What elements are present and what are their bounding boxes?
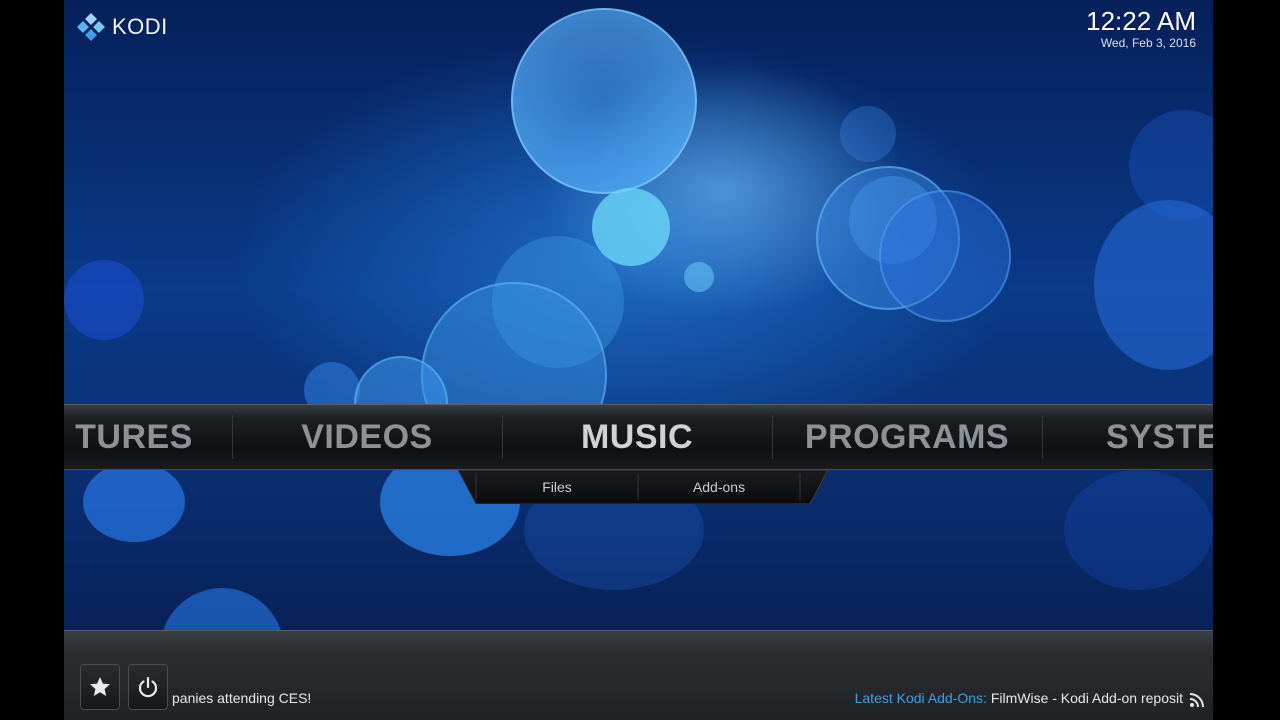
kodi-logo: KODI: [76, 12, 168, 42]
menu-item-videos[interactable]: VIDEOS: [232, 405, 502, 469]
rss-feed-text: FilmWise - Kodi Add-on reposit: [990, 690, 1183, 706]
menu-item-system[interactable]: SYSTE: [1106, 405, 1213, 469]
menu-separator: [1042, 415, 1043, 459]
background-bokeh: [840, 106, 896, 162]
kodi-home-screen: KODI 12:22 AM Wed, Feb 3, 2016 TURES VID…: [64, 0, 1213, 720]
kodi-logo-icon: [77, 13, 105, 41]
clock-time: 12:22 AM: [1086, 6, 1196, 36]
clock: 12:22 AM Wed, Feb 3, 2016: [1086, 6, 1196, 50]
power-icon: [138, 676, 158, 698]
background-bokeh: [1064, 470, 1213, 590]
background-bokeh: [511, 8, 697, 194]
submenu-item-files[interactable]: Files: [476, 470, 638, 504]
background-bokeh: [684, 262, 714, 292]
star-icon: [90, 677, 110, 696]
background-bokeh: [592, 188, 670, 266]
menu-item-pictures[interactable]: TURES: [64, 405, 214, 469]
rss-feed[interactable]: Latest Kodi Add-Ons: FilmWise - Kodi Add…: [855, 690, 1183, 706]
background-bokeh: [1094, 200, 1213, 370]
news-ticker: panies attending CES!: [172, 690, 312, 706]
clock-date: Wed, Feb 3, 2016: [1100, 36, 1196, 50]
background-bokeh: [83, 462, 185, 542]
app-name: KODI: [112, 14, 168, 39]
menu-item-programs[interactable]: PROGRAMS: [772, 405, 1042, 469]
submenu-item-addons[interactable]: Add-ons: [638, 470, 800, 504]
menu-item-music[interactable]: MUSIC: [502, 405, 772, 469]
rss-icon: [1189, 693, 1204, 708]
footer-bar: [64, 630, 1213, 720]
background-bokeh: [64, 260, 144, 340]
rss-feed-title: Latest Kodi Add-Ons:: [854, 690, 987, 706]
submenu: Files Add-ons: [458, 470, 828, 504]
main-menu: TURES VIDEOS MUSIC PROGRAMS SYSTE: [64, 404, 1213, 470]
power-button[interactable]: [128, 664, 168, 710]
background-bokeh: [879, 190, 1011, 322]
favourites-button[interactable]: [80, 664, 120, 710]
